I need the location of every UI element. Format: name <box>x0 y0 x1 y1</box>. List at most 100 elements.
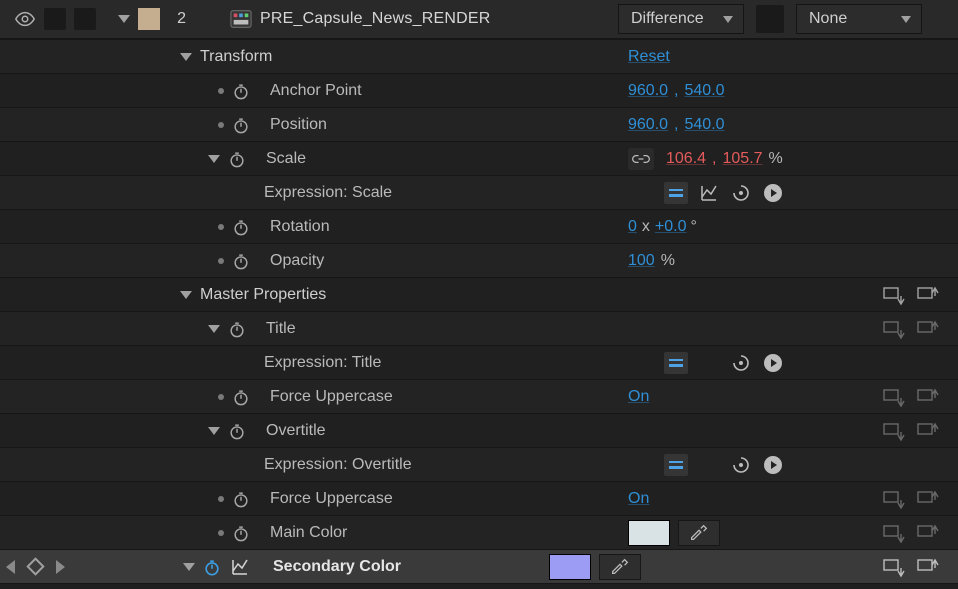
overtitle-row[interactable]: Overtitle <box>0 414 958 448</box>
expression-enable-icon[interactable] <box>664 454 688 476</box>
push-master-icon[interactable] <box>882 522 906 544</box>
secondary-color-swatch[interactable] <box>549 554 591 580</box>
stopwatch-icon[interactable] <box>228 150 246 168</box>
blend-mode-dropdown[interactable]: Difference <box>618 4 744 34</box>
track-matte-dropdown[interactable]: None <box>796 4 922 34</box>
stopwatch-active-icon[interactable] <box>203 558 221 576</box>
keyframe-dot-icon[interactable] <box>218 122 224 128</box>
opacity-label: Opacity <box>270 252 324 270</box>
opacity-row[interactable]: Opacity 100% <box>0 244 958 278</box>
rotation-deg[interactable]: +0.0 <box>655 218 687 236</box>
position-row[interactable]: Position 960.0,540.0 <box>0 108 958 142</box>
expression-title-row[interactable]: Expression: Title <box>0 346 958 380</box>
scale-row[interactable]: Scale 106.4,105.7% <box>0 142 958 176</box>
push-master-icon[interactable] <box>882 318 906 340</box>
push-master-icon[interactable] <box>882 488 906 510</box>
force-upper-value-2[interactable]: On <box>628 490 649 508</box>
twirl-down-icon[interactable] <box>208 155 220 163</box>
stopwatch-icon[interactable] <box>232 490 250 508</box>
master-properties-row[interactable]: Master Properties <box>0 278 958 312</box>
push-master-icon[interactable] <box>882 556 906 578</box>
layer-row[interactable]: 2 PRE_Capsule_News_RENDER Difference Non… <box>0 0 958 40</box>
pull-master-icon[interactable] <box>916 488 940 510</box>
keyframe-dot-icon[interactable] <box>218 88 224 94</box>
pull-master-icon[interactable] <box>916 556 940 578</box>
push-master-icon[interactable] <box>882 284 906 306</box>
keyframe-dot-icon[interactable] <box>218 224 224 230</box>
keyframe-dot-icon[interactable] <box>218 258 224 264</box>
keyframe-dot-icon[interactable] <box>218 394 224 400</box>
anchor-x[interactable]: 960.0 <box>628 82 668 100</box>
keyframe-dot-icon[interactable] <box>218 530 224 536</box>
position-y[interactable]: 540.0 <box>685 116 725 134</box>
stopwatch-icon[interactable] <box>232 388 250 406</box>
push-master-icon[interactable] <box>882 420 906 442</box>
stopwatch-icon[interactable] <box>232 252 250 270</box>
graph-editor-icon[interactable] <box>229 556 251 578</box>
twirl-down-icon[interactable] <box>180 53 192 61</box>
opacity-value[interactable]: 100 <box>628 252 655 270</box>
pull-master-icon[interactable] <box>916 420 940 442</box>
title-row[interactable]: Title <box>0 312 958 346</box>
pull-master-icon[interactable] <box>916 522 940 544</box>
stopwatch-icon[interactable] <box>228 422 246 440</box>
twirl-down-icon[interactable] <box>208 427 220 435</box>
pull-master-icon[interactable] <box>916 284 940 306</box>
anchor-point-row[interactable]: Anchor Point 960.0,540.0 <box>0 74 958 108</box>
twirl-down-icon[interactable] <box>183 563 195 571</box>
pull-master-icon[interactable] <box>916 386 940 408</box>
transform-reset[interactable]: Reset <box>628 48 670 66</box>
keyframe-dot-icon[interactable] <box>218 496 224 502</box>
anchor-y[interactable]: 540.0 <box>685 82 725 100</box>
rotation-turns[interactable]: 0 <box>628 218 637 236</box>
stopwatch-icon[interactable] <box>232 524 250 542</box>
layer-name[interactable]: PRE_Capsule_News_RENDER <box>260 10 490 28</box>
expression-graph-icon[interactable] <box>698 182 720 204</box>
rotation-label: Rotation <box>270 218 330 236</box>
pull-master-icon[interactable] <box>916 318 940 340</box>
push-master-icon[interactable] <box>882 386 906 408</box>
expression-language-icon[interactable] <box>762 352 784 374</box>
solo-toggle[interactable] <box>44 8 66 30</box>
constrain-proportions-icon[interactable] <box>628 148 654 170</box>
pick-whip-icon[interactable] <box>730 352 752 374</box>
expression-language-icon[interactable] <box>762 182 784 204</box>
visibility-eye-icon[interactable] <box>14 8 36 30</box>
scale-x[interactable]: 106.4 <box>666 150 706 168</box>
position-x[interactable]: 960.0 <box>628 116 668 134</box>
main-color-row[interactable]: Main Color <box>0 516 958 550</box>
chevron-down-icon <box>901 16 911 23</box>
master-properties-label: Master Properties <box>200 286 326 304</box>
next-keyframe-icon[interactable] <box>56 560 65 574</box>
expression-enable-icon[interactable] <box>664 352 688 374</box>
secondary-color-row[interactable]: Secondary Color <box>0 550 958 584</box>
layer-twirl-icon[interactable] <box>118 15 130 23</box>
force-upper-value[interactable]: On <box>628 388 649 406</box>
add-keyframe-icon[interactable] <box>26 557 44 575</box>
stopwatch-icon[interactable] <box>232 82 250 100</box>
expression-scale-row[interactable]: Expression: Scale <box>0 176 958 210</box>
twirl-down-icon[interactable] <box>180 291 192 299</box>
eyedropper-icon[interactable] <box>599 554 641 580</box>
label-color-chip[interactable] <box>138 8 160 30</box>
lock-toggle[interactable] <box>74 8 96 30</box>
pick-whip-icon[interactable] <box>730 454 752 476</box>
stopwatch-icon[interactable] <box>232 116 250 134</box>
force-uppercase-row-2[interactable]: Force Uppercase On <box>0 482 958 516</box>
preserve-transparency-toggle[interactable] <box>756 5 784 33</box>
scale-y[interactable]: 105.7 <box>723 150 763 168</box>
rotation-row[interactable]: Rotation 0x+0.0° <box>0 210 958 244</box>
transform-group-row[interactable]: Transform Reset <box>0 40 958 74</box>
twirl-down-icon[interactable] <box>208 325 220 333</box>
eyedropper-icon[interactable] <box>678 520 720 546</box>
force-uppercase-row[interactable]: Force Uppercase On <box>0 380 958 414</box>
main-color-swatch[interactable] <box>628 520 670 546</box>
blend-mode-value: Difference <box>631 10 704 28</box>
prev-keyframe-icon[interactable] <box>6 560 15 574</box>
expression-overtitle-row[interactable]: Expression: Overtitle <box>0 448 958 482</box>
expression-enable-icon[interactable] <box>664 182 688 204</box>
pick-whip-icon[interactable] <box>730 182 752 204</box>
stopwatch-icon[interactable] <box>232 218 250 236</box>
expression-language-icon[interactable] <box>762 454 784 476</box>
stopwatch-icon[interactable] <box>228 320 246 338</box>
